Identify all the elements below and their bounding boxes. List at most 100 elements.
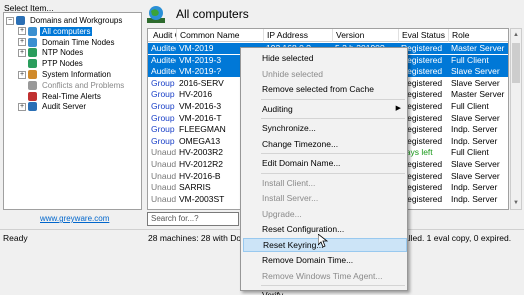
expand-toggle-icon[interactable]: −	[6, 16, 14, 25]
page-title: All computers	[176, 7, 249, 21]
table-cell: Unaudited	[151, 147, 176, 158]
table-cell: Master Server	[451, 89, 505, 100]
expand-toggle-icon[interactable]: +	[18, 48, 26, 57]
menu-item-label: Verify...	[262, 290, 290, 295]
menu-item[interactable]: Install Server...	[243, 191, 407, 205]
menu-item-label: Remove Windows Time Agent...	[262, 270, 383, 281]
node-icon	[28, 80, 37, 90]
table-cell: Group 2	[151, 89, 176, 100]
tree-item-label: System Information	[42, 70, 111, 79]
menu-item[interactable]: Remove Domain Time...	[243, 253, 407, 267]
navigation-tree[interactable]: − Domains and Workgroups + All computers + Do…	[3, 12, 142, 210]
column-header[interactable]: Role	[449, 29, 508, 42]
menu-item[interactable]: Install Client...	[243, 176, 407, 190]
expand-toggle-icon[interactable]	[18, 59, 26, 68]
tree-item-label: PTP Nodes	[42, 59, 83, 69]
menu-item-label: Auditing	[262, 103, 293, 114]
table-cell: Slave Server	[451, 66, 500, 77]
menu-item-label: Install Client...	[262, 177, 316, 188]
menu-item-label: Edit Domain Name...	[262, 158, 341, 168]
node-icon	[28, 70, 37, 79]
table-header: Audit GroupCommon NameIP AddressVersionE…	[148, 29, 508, 42]
column-header[interactable]: Common Name	[177, 29, 264, 42]
node-icon	[28, 91, 37, 101]
tree-item-label: Domain Time Nodes	[42, 37, 115, 47]
menu-separator	[261, 285, 405, 286]
tree-item-label: Real-Time Alerts	[42, 91, 101, 101]
menu-item[interactable]: Change Timezone...	[243, 137, 407, 151]
context-menu[interactable]: Hide selected Unhide selected Remove selec…	[240, 47, 408, 295]
tree-item[interactable]: + Audit Server	[18, 101, 88, 112]
table-cell: Group 2	[151, 77, 176, 88]
table-cell: Audited	[151, 66, 176, 77]
table-cell: Group 2	[151, 101, 176, 111]
menu-separator	[261, 172, 405, 174]
menu-item[interactable]: Upgrade...	[243, 207, 407, 221]
scroll-up-icon[interactable]: ▲	[511, 29, 521, 41]
expand-toggle-icon[interactable]: +	[18, 102, 26, 111]
table-cell: Group 3	[151, 124, 176, 135]
tree-item[interactable]: + System Information	[18, 69, 113, 80]
table-cell: Audited	[151, 54, 176, 65]
tree-item[interactable]: PTP Nodes	[18, 58, 85, 69]
tree-item-label: Audit Server	[42, 102, 87, 112]
tree-item[interactable]: − Domains and Workgroups	[6, 15, 124, 26]
table-cell: Indp. Server	[451, 124, 498, 135]
tree-item[interactable]: + NTP Nodes	[18, 47, 85, 58]
menu-item-label: Unhide selected	[262, 68, 323, 79]
menu-separator	[261, 118, 405, 119]
column-header[interactable]: Version	[333, 29, 399, 42]
tree-item-label: NTP Nodes	[42, 48, 84, 58]
table-cell: Slave Server	[451, 170, 500, 181]
table-cell: Master Server	[451, 43, 505, 53]
table-cell: Slave Server	[451, 159, 500, 169]
search-input[interactable]: Search for...?	[147, 212, 239, 226]
globe-icon	[147, 6, 165, 23]
column-header[interactable]: Eval Status	[399, 29, 449, 42]
expand-toggle-icon[interactable]	[18, 81, 26, 90]
menu-item[interactable]: Remove Windows Time Agent...	[243, 269, 407, 283]
menu-item[interactable]: Auditing ▶	[243, 102, 407, 116]
table-cell: Group 2	[151, 112, 176, 123]
column-header[interactable]: IP Address	[264, 29, 333, 42]
tree-item[interactable]: + Domain Time Nodes	[18, 37, 116, 48]
table-cell: Unaudited	[151, 159, 176, 169]
column-header[interactable]: Audit Group	[150, 29, 177, 42]
table-cell: Full Client	[451, 54, 489, 65]
menu-item[interactable]: Verify...	[243, 288, 407, 295]
node-icon	[28, 37, 37, 47]
tree-item[interactable]: Conflicts and Problems	[18, 80, 126, 91]
status-ready: Ready	[3, 233, 28, 243]
menu-separator	[261, 98, 405, 100]
expand-toggle-icon[interactable]: +	[18, 38, 26, 47]
scroll-thumb[interactable]	[512, 43, 520, 83]
menu-item-label: Remove Domain Time...	[262, 255, 354, 265]
table-cell: Indp. Server	[451, 193, 498, 204]
menu-item-label: Hide selected	[262, 53, 314, 63]
menu-item-label: Upgrade...	[262, 208, 302, 219]
mouse-cursor-icon	[318, 234, 328, 248]
node-icon	[16, 16, 25, 25]
expand-toggle-icon[interactable]: +	[18, 70, 26, 79]
menu-item[interactable]: Hide selected	[243, 51, 407, 65]
node-icon	[28, 59, 37, 69]
expand-toggle-icon[interactable]: +	[18, 27, 26, 36]
table-cell: Full Client	[451, 147, 489, 158]
tree-item[interactable]: Real-Time Alerts	[18, 91, 103, 102]
menu-item[interactable]: Synchronize...	[243, 121, 407, 135]
node-icon	[28, 102, 37, 112]
table-cell: Slave Server	[451, 77, 500, 88]
menu-item[interactable]: Unhide selected	[243, 67, 407, 81]
menu-separator	[261, 153, 405, 154]
tree-item[interactable]: + All computers	[18, 26, 93, 37]
vertical-scrollbar[interactable]: ▲ ▼	[510, 28, 522, 210]
menu-item-label: Remove selected from Cache	[262, 84, 374, 94]
scroll-down-icon[interactable]: ▼	[511, 197, 521, 209]
menu-item[interactable]: Remove selected from Cache	[243, 82, 407, 96]
menu-item-label: Reset Keyring...	[263, 239, 324, 250]
menu-item[interactable]: Edit Domain Name...	[243, 156, 407, 170]
tree-item-label: Domains and Workgroups	[30, 16, 123, 25]
table-cell: Slave Server	[451, 112, 500, 123]
greyware-link[interactable]: www.greyware.com	[40, 214, 109, 223]
expand-toggle-icon[interactable]	[18, 92, 26, 101]
